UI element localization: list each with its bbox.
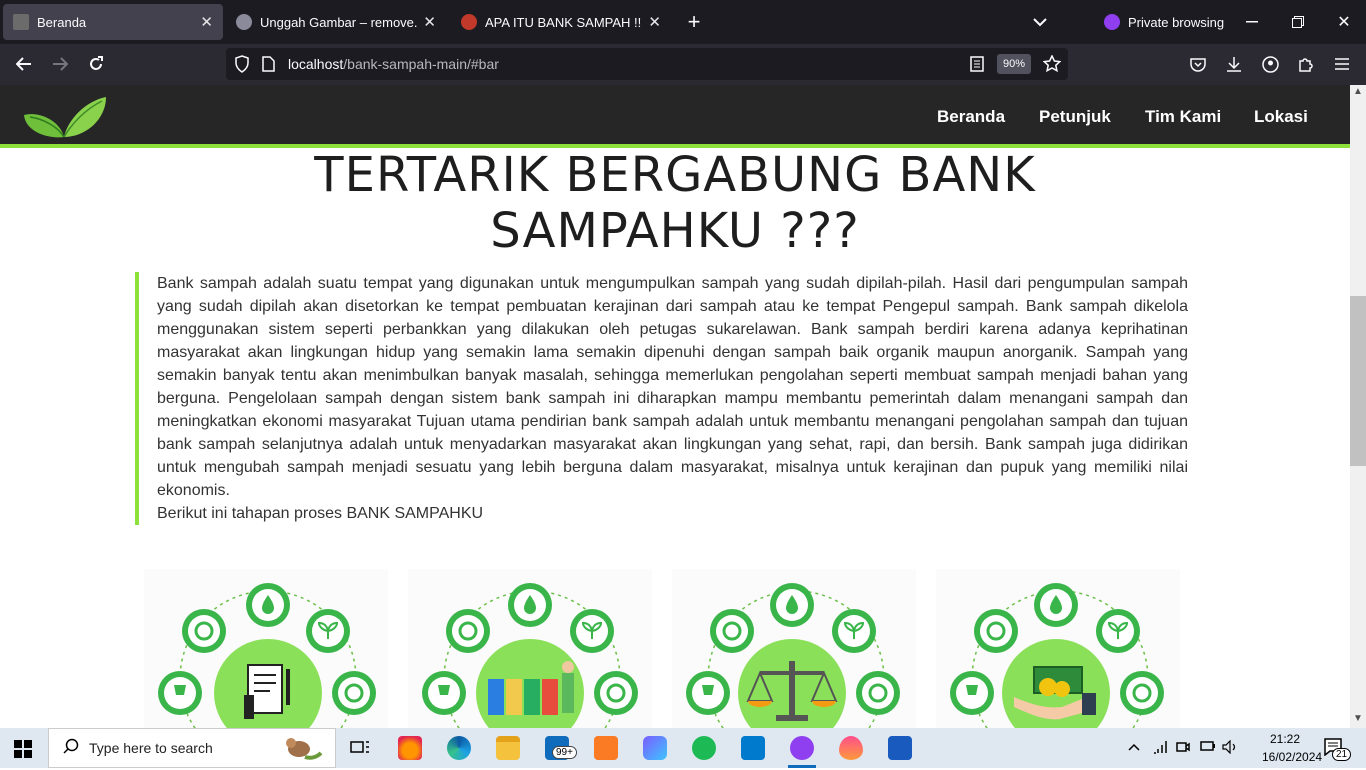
close-tab-icon[interactable]: ✕ xyxy=(200,13,213,31)
step-card-4 xyxy=(936,569,1180,728)
page-info-icon[interactable] xyxy=(262,56,275,77)
step-card-1 xyxy=(144,569,388,728)
firefox-nightly-icon[interactable] xyxy=(839,736,863,760)
tab-bar: Beranda ✕ Unggah Gambar – remove.bg ✕ AP… xyxy=(0,0,1366,44)
tab-title: Unggah Gambar – remove.bg xyxy=(260,14,418,30)
leaf-logo-icon[interactable] xyxy=(20,93,108,146)
windows-start-icon[interactable] xyxy=(14,740,32,763)
search-placeholder: Type here to search xyxy=(89,740,213,756)
clock-time: 21:22 xyxy=(1269,732,1301,746)
step-illustration xyxy=(158,583,376,728)
forward-button[interactable] xyxy=(46,50,74,78)
list-tabs-chevron-icon[interactable] xyxy=(1026,8,1054,36)
nav-beranda[interactable]: Beranda xyxy=(937,85,1005,148)
zoom-level-button[interactable]: 90% xyxy=(997,54,1031,74)
application-menu-icon[interactable] xyxy=(1328,50,1356,78)
tab-apa-itu-bank-sampah[interactable]: APA ITU BANK SAMPAH !!! | Din ✕ xyxy=(451,4,671,40)
file-explorer-icon[interactable] xyxy=(496,736,520,760)
reader-view-icon[interactable] xyxy=(970,56,984,77)
process-steps xyxy=(0,569,1350,728)
tab-beranda[interactable]: Beranda ✕ xyxy=(3,4,223,40)
page-heading: TERTARIK BERGABUNG BANK SAMPAHKU ??? xyxy=(0,147,1350,259)
vscode-icon[interactable] xyxy=(741,736,765,760)
private-mask-icon xyxy=(1104,14,1120,30)
network-wifi-icon[interactable] xyxy=(1152,740,1168,757)
copilot-icon[interactable] xyxy=(643,736,667,760)
account-icon[interactable] xyxy=(1256,50,1284,78)
show-hidden-icons-chevron-icon[interactable] xyxy=(1128,740,1140,754)
navigation-toolbar: localhost/bank-sampah-main/#bar 90% xyxy=(0,44,1366,85)
step-illustration xyxy=(422,583,638,728)
close-window-button[interactable]: ✕ xyxy=(1330,8,1358,36)
spotify-icon[interactable] xyxy=(692,736,716,760)
close-tab-icon[interactable]: ✕ xyxy=(648,13,661,31)
notification-count-badge: 21 xyxy=(1332,748,1352,761)
about-blockquote: Bank sampah adalah suatu tempat yang dig… xyxy=(135,272,1188,525)
url-text[interactable]: localhost/bank-sampah-main/#bar xyxy=(288,56,499,72)
site-header: Beranda Petunjuk Tim Kami Lokasi xyxy=(0,85,1350,148)
browser-window: Beranda ✕ Unggah Gambar – remove.bg ✕ AP… xyxy=(0,0,1366,85)
nav-lokasi[interactable]: Lokasi xyxy=(1254,85,1308,148)
search-icon xyxy=(63,738,79,759)
xampp-icon[interactable] xyxy=(594,736,618,760)
task-view-icon[interactable] xyxy=(348,736,372,760)
url-path: /bank-sampah-main/#bar xyxy=(343,56,499,72)
heading-line-1: TERTARIK BERGABUNG BANK xyxy=(314,147,1036,203)
search-highlight-bird-icon xyxy=(279,733,325,770)
back-button[interactable] xyxy=(10,50,38,78)
heading-line-2: SAMPAHKU ??? xyxy=(490,203,860,259)
step-illustration xyxy=(686,583,900,728)
mail-unread-badge: 99+ xyxy=(552,746,577,759)
bookmark-star-icon[interactable] xyxy=(1042,54,1062,78)
nav-tim-kami[interactable]: Tim Kami xyxy=(1145,85,1221,148)
scroll-down-arrow-icon[interactable]: ▼ xyxy=(1353,713,1363,724)
pocket-icon[interactable] xyxy=(1184,50,1212,78)
tab-remove-bg[interactable]: Unggah Gambar – remove.bg ✕ xyxy=(226,4,446,40)
reload-button[interactable] xyxy=(82,50,110,78)
tracking-protection-shield-icon[interactable] xyxy=(234,55,250,78)
private-browsing-label: Private browsing xyxy=(1128,14,1225,30)
firefox-private-icon[interactable] xyxy=(790,736,814,760)
site-favicon-icon xyxy=(13,14,29,30)
page-scrollbar-thumb[interactable] xyxy=(1350,296,1366,466)
edge-icon[interactable] xyxy=(447,736,471,760)
restore-button[interactable] xyxy=(1284,8,1312,36)
tab-title: APA ITU BANK SAMPAH !!! | Din xyxy=(485,14,642,30)
clock[interactable]: 21:22 16/02/2024 xyxy=(1262,732,1323,764)
minimize-button[interactable] xyxy=(1238,8,1266,36)
clock-date: 16/02/2024 xyxy=(1262,750,1323,764)
web-page: Beranda Petunjuk Tim Kami Lokasi TERTARI… xyxy=(0,85,1350,728)
scroll-up-arrow-icon[interactable]: ▲ xyxy=(1353,86,1363,97)
downloads-icon[interactable] xyxy=(1220,50,1248,78)
step-card-2 xyxy=(408,569,652,728)
dinas-favicon-icon xyxy=(461,14,477,30)
tab-title: Beranda xyxy=(37,14,87,30)
step-illustration xyxy=(950,583,1164,728)
about-paragraph: Bank sampah adalah suatu tempat yang dig… xyxy=(157,275,1188,499)
battery-icon[interactable] xyxy=(1200,740,1216,755)
private-browsing-indicator: Private browsing xyxy=(1104,12,1224,32)
windows-taskbar: Type here to search 99+ 21:22 16/02/2024… xyxy=(0,728,1366,768)
step-card-3 xyxy=(672,569,916,728)
volume-icon[interactable] xyxy=(1222,739,1238,757)
meet-now-icon[interactable] xyxy=(1176,740,1190,757)
firefox-icon[interactable] xyxy=(398,736,422,760)
taskbar-search-box[interactable]: Type here to search xyxy=(48,728,336,768)
word-icon[interactable] xyxy=(888,736,912,760)
steps-intro-text: Berikut ini tahapan proses BANK SAMPAHKU xyxy=(157,505,484,522)
remove-bg-favicon-icon xyxy=(236,14,252,30)
new-tab-button[interactable]: + xyxy=(680,8,708,36)
address-bar[interactable]: localhost/bank-sampah-main/#bar 90% xyxy=(226,48,1068,80)
url-host: localhost xyxy=(288,56,344,72)
extensions-puzzle-icon[interactable] xyxy=(1292,50,1320,78)
nav-petunjuk[interactable]: Petunjuk xyxy=(1039,85,1111,148)
close-tab-icon[interactable]: ✕ xyxy=(423,13,436,31)
